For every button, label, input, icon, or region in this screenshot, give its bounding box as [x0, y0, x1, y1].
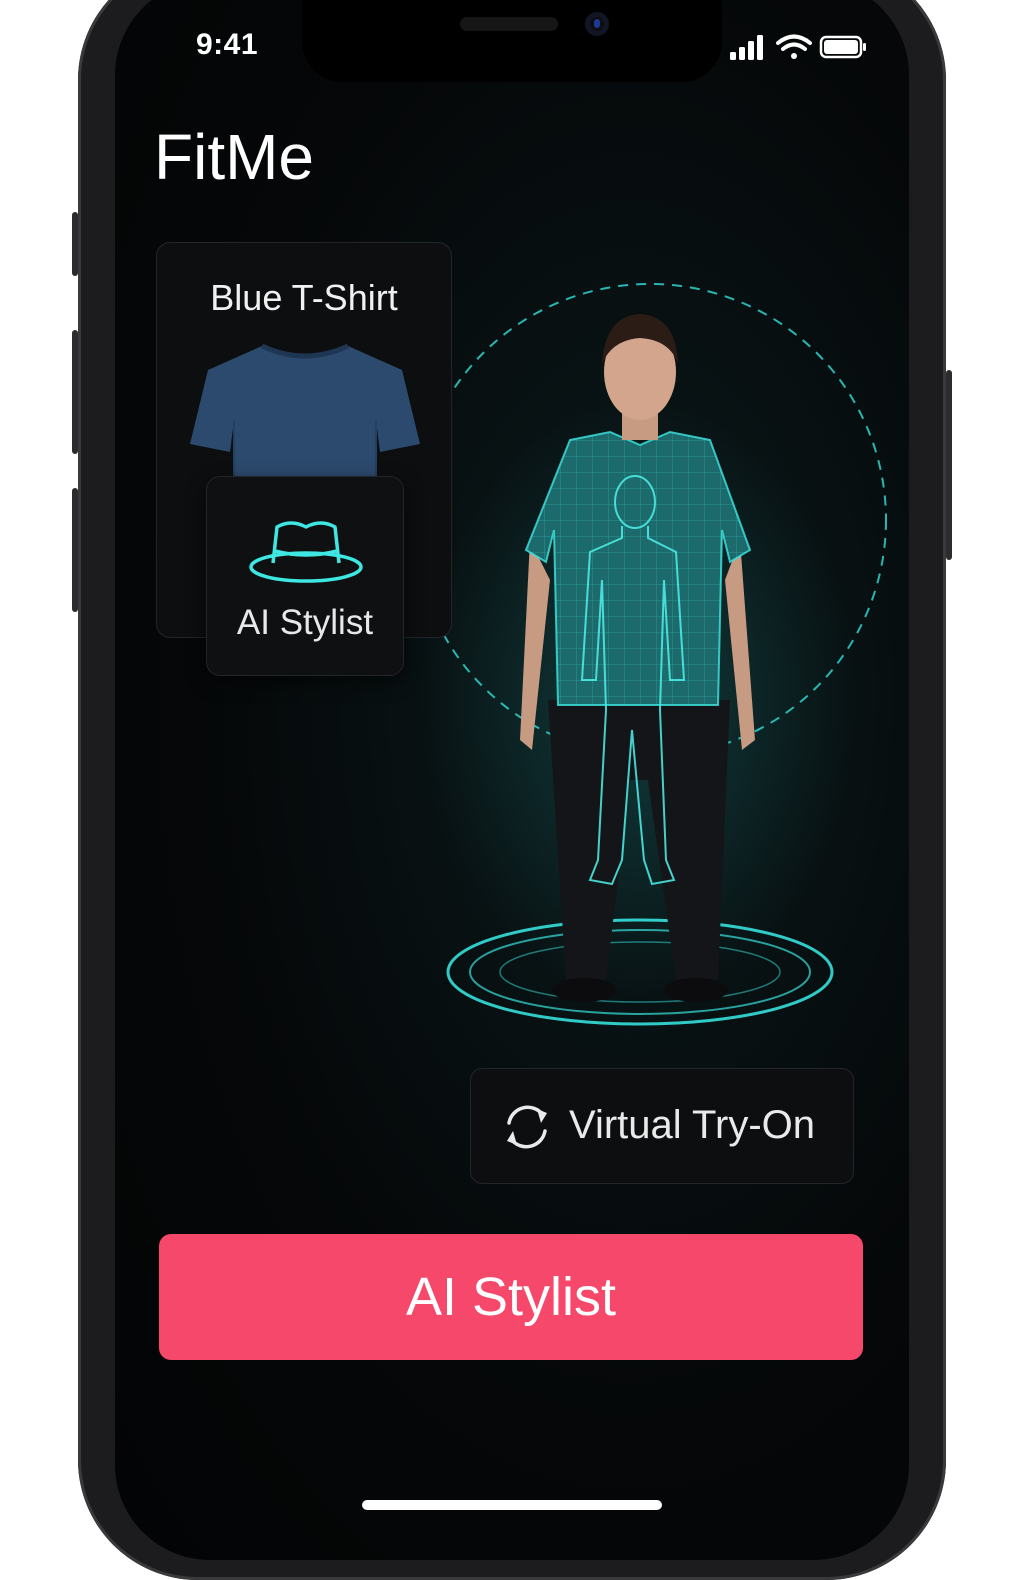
earpiece-speaker	[460, 17, 558, 31]
battery-icon	[819, 35, 866, 59]
notch	[302, 0, 722, 82]
refresh-icon	[507, 1105, 547, 1149]
virtual-try-on-preview[interactable]	[400, 280, 900, 1040]
ai-stylist-button[interactable]: AI Stylist	[159, 1234, 863, 1360]
hat-icon	[249, 521, 363, 583]
status-time: 9:41	[196, 28, 259, 61]
front-camera	[585, 12, 609, 36]
signal-icon	[730, 35, 763, 60]
power-button	[946, 370, 952, 560]
volume-up-button	[72, 330, 78, 454]
virtual-try-on-button[interactable]: Virtual Try-On	[470, 1068, 854, 1184]
ai-stylist-label: AI Stylist	[236, 603, 374, 642]
wifi-icon	[776, 34, 812, 59]
mute-switch	[72, 212, 78, 276]
tshirt-image	[190, 343, 420, 476]
status-icons	[730, 34, 866, 60]
virtual-try-on-label: Virtual Try-On	[569, 1103, 815, 1147]
ai-stylist-card[interactable]: AI Stylist	[206, 476, 404, 676]
product-title: Blue T-Shirt	[210, 277, 398, 318]
volume-down-button	[72, 488, 78, 612]
home-indicator[interactable]	[362, 1500, 662, 1510]
app-title: FitMe	[154, 121, 314, 193]
